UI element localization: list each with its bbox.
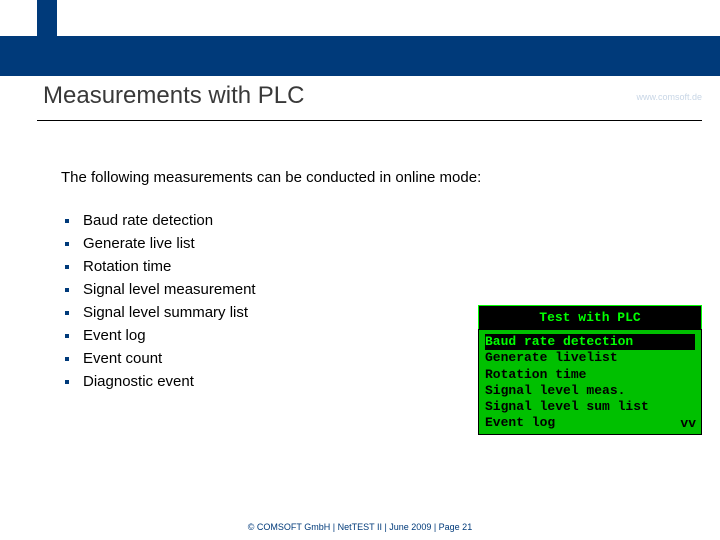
screen-row: Generate livelist (485, 350, 695, 366)
screen-row: Baud rate detection (485, 334, 695, 350)
screen-row: Signal level meas. (485, 383, 695, 399)
screen-title: Test with PLC (478, 305, 702, 329)
list-item: Baud rate detection (83, 212, 702, 229)
top-bar (0, 0, 720, 36)
list-item: Generate live list (83, 235, 702, 252)
plc-screen: Test with PLC Baud rate detection Genera… (478, 305, 702, 435)
screen-row: Event log (485, 415, 695, 431)
screen-row: Signal level sum list (485, 399, 695, 415)
list-item: Rotation time (83, 258, 702, 275)
list-item: Signal level measurement (83, 281, 702, 298)
screen-row: Rotation time (485, 367, 695, 383)
slide-title: Measurements with PLC (37, 76, 720, 120)
intro-text: The following measurements can be conduc… (61, 169, 702, 186)
screen-row-selected: Baud rate detection (485, 334, 695, 350)
footer-text: © COMSOFT GmbH | NetTEST II | June 2009 … (0, 522, 720, 532)
scroll-down-icon: vv (680, 416, 696, 432)
screen-body: Baud rate detection Generate livelist Ro… (478, 329, 702, 435)
blue-band: COMSOFT www.comsoft.de (0, 36, 720, 76)
